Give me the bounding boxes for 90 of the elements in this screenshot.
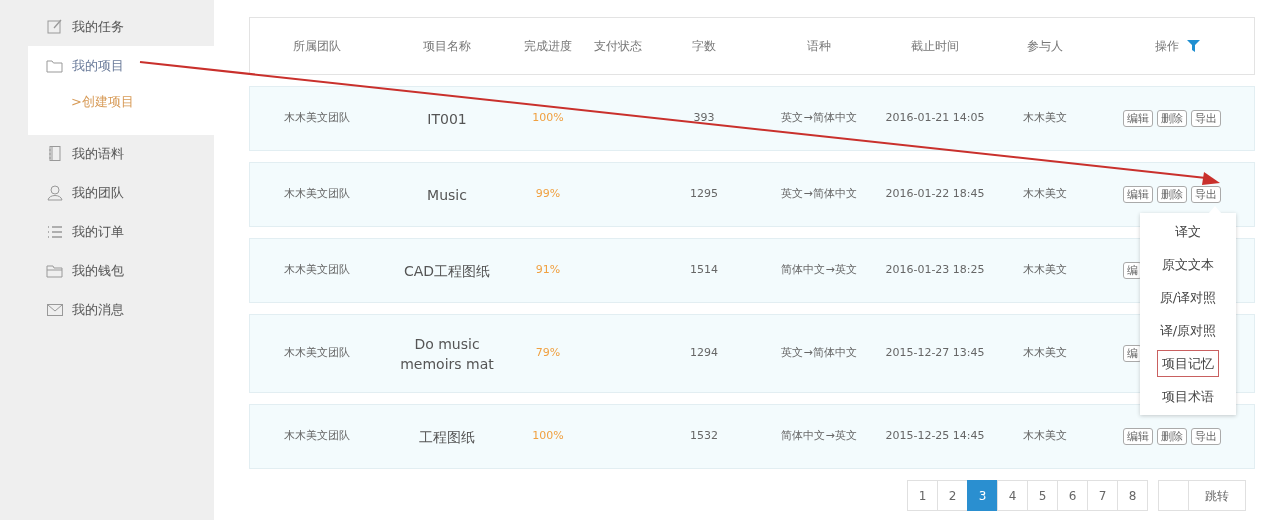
menu-item[interactable]: 原文文本 — [1157, 251, 1219, 278]
page-input[interactable] — [1158, 480, 1189, 511]
table-cell: 木木美文团队 — [283, 345, 350, 362]
table-cell: 简体中文→英文 — [781, 428, 857, 445]
filter-icon[interactable] — [1187, 40, 1200, 52]
sidebar-label: 我的语料 — [72, 145, 124, 164]
action-button[interactable]: 删除 — [1157, 186, 1187, 203]
column-header: 项目名称 — [423, 38, 471, 55]
table-cell-text: Do music memoirs mat — [399, 334, 495, 374]
sidebar-item[interactable]: 我的团队 — [0, 173, 214, 213]
table-cell: 100% — [532, 428, 564, 445]
column-header: 字数 — [692, 38, 716, 55]
table-cell: 英文→简体中文 — [781, 186, 857, 203]
page-button[interactable]: 5 — [1027, 480, 1058, 511]
action-button[interactable]: 删除 — [1157, 110, 1187, 127]
column-header: 完成进度 — [524, 38, 572, 55]
table-cell: 木木美文团队 — [283, 186, 350, 203]
sidebar-item[interactable]: 我的钱包 — [0, 251, 214, 291]
action-button[interactable]: 编辑 — [1123, 428, 1153, 445]
table-cell: 木木美文团队 — [283, 262, 350, 279]
action-button[interactable]: 编辑 — [1123, 110, 1153, 127]
menu-item[interactable]: 译文 — [1170, 218, 1206, 245]
table-cell: 1532 — [690, 428, 718, 445]
person-icon — [46, 184, 64, 202]
menu-item[interactable]: 项目记忆 — [1157, 350, 1219, 377]
sidebar-item[interactable]: 我的语料 — [0, 134, 214, 174]
page-button[interactable]: 8 — [1117, 480, 1148, 511]
page-button[interactable]: 2 — [937, 480, 968, 511]
table-cell: 木木美文团队 — [283, 110, 350, 127]
table-cell: 木木美文 — [1023, 262, 1067, 279]
table-cell: 英文→简体中文 — [781, 110, 857, 127]
sidebar-label: 我的项目 — [72, 56, 124, 75]
column-header: 操作 — [1155, 38, 1179, 55]
column-header: 参与人 — [1027, 38, 1063, 55]
sidebar-label: 我的钱包 — [72, 262, 124, 281]
table-cell: 木木美文团队 — [283, 428, 350, 445]
sidebar-item[interactable]: 我的消息 — [0, 290, 214, 330]
table-cell: 79% — [535, 345, 561, 362]
table-cell-text: Music — [426, 185, 468, 205]
column-header: 截止时间 — [911, 38, 959, 55]
table-cell: 2016-01-22 18:45 — [885, 186, 985, 203]
sidebar-label: 我的团队 — [72, 184, 124, 203]
menu-item[interactable]: 译/原对照 — [1154, 317, 1222, 344]
menu-item[interactable]: 项目术语 — [1157, 383, 1219, 410]
page-button[interactable]: 3 — [967, 480, 998, 511]
action-button[interactable]: 导出 — [1191, 186, 1221, 203]
table-cell: 2015-12-27 13:45 — [885, 345, 985, 362]
column-header: 支付状态 — [594, 38, 642, 55]
sidebar-item[interactable]: 我的订单 — [0, 212, 214, 252]
table-cell-text: 工程图纸 — [418, 427, 476, 447]
page-button[interactable]: 1 — [907, 480, 938, 511]
sidebar-item[interactable]: 我的项目 >创建项目 — [28, 46, 214, 135]
action-button[interactable]: 导出 — [1191, 110, 1221, 127]
table-cell: 99% — [535, 186, 561, 203]
table-cell: 393 — [693, 110, 715, 127]
notebook-icon — [46, 145, 64, 163]
sidebar-label: 我的订单 — [72, 223, 124, 242]
table-cell: 木木美文 — [1023, 428, 1067, 445]
folder-icon — [46, 262, 64, 280]
list-icon — [46, 223, 64, 241]
jump-button[interactable]: 跳转 — [1188, 480, 1246, 511]
table-cell: 木木美文 — [1023, 186, 1067, 203]
column-header: 语种 — [807, 38, 831, 55]
envelope-icon — [46, 301, 64, 319]
table-cell-text: CAD工程图纸 — [402, 261, 492, 281]
sidebar-item[interactable]: 我的任务 — [0, 7, 214, 46]
page-button[interactable]: 6 — [1057, 480, 1088, 511]
column-header: 所属团队 — [292, 38, 341, 55]
table-cell: 木木美文 — [1023, 345, 1067, 362]
table-cell: 2015-12-25 14:45 — [885, 428, 985, 445]
table-cell: 1295 — [690, 186, 718, 203]
table-cell: 2016-01-21 14:05 — [885, 110, 985, 127]
sidebar-label: 我的消息 — [72, 301, 124, 320]
edit-icon — [46, 17, 64, 36]
table-cell: 1514 — [690, 262, 718, 279]
action-button[interactable]: 导出 — [1191, 428, 1221, 445]
page-button[interactable]: 4 — [997, 480, 1028, 511]
menu-item[interactable]: 原/译对照 — [1154, 284, 1222, 311]
table-cell: 2016-01-23 18:25 — [885, 262, 985, 279]
table-cell: 简体中文→英文 — [781, 262, 857, 279]
table-cell: 91% — [535, 262, 561, 279]
sidebar-label: 我的任务 — [72, 17, 124, 36]
page-button[interactable]: 7 — [1087, 480, 1118, 511]
table-cell: 100% — [532, 110, 564, 127]
table-cell: 英文→简体中文 — [781, 345, 857, 362]
table-cell: 1294 — [690, 345, 718, 362]
action-button[interactable]: 编辑 — [1123, 186, 1153, 203]
action-button[interactable]: 删除 — [1157, 428, 1187, 445]
table-cell-text: IT001 — [426, 109, 468, 129]
table-cell: 木木美文 — [1023, 110, 1067, 127]
